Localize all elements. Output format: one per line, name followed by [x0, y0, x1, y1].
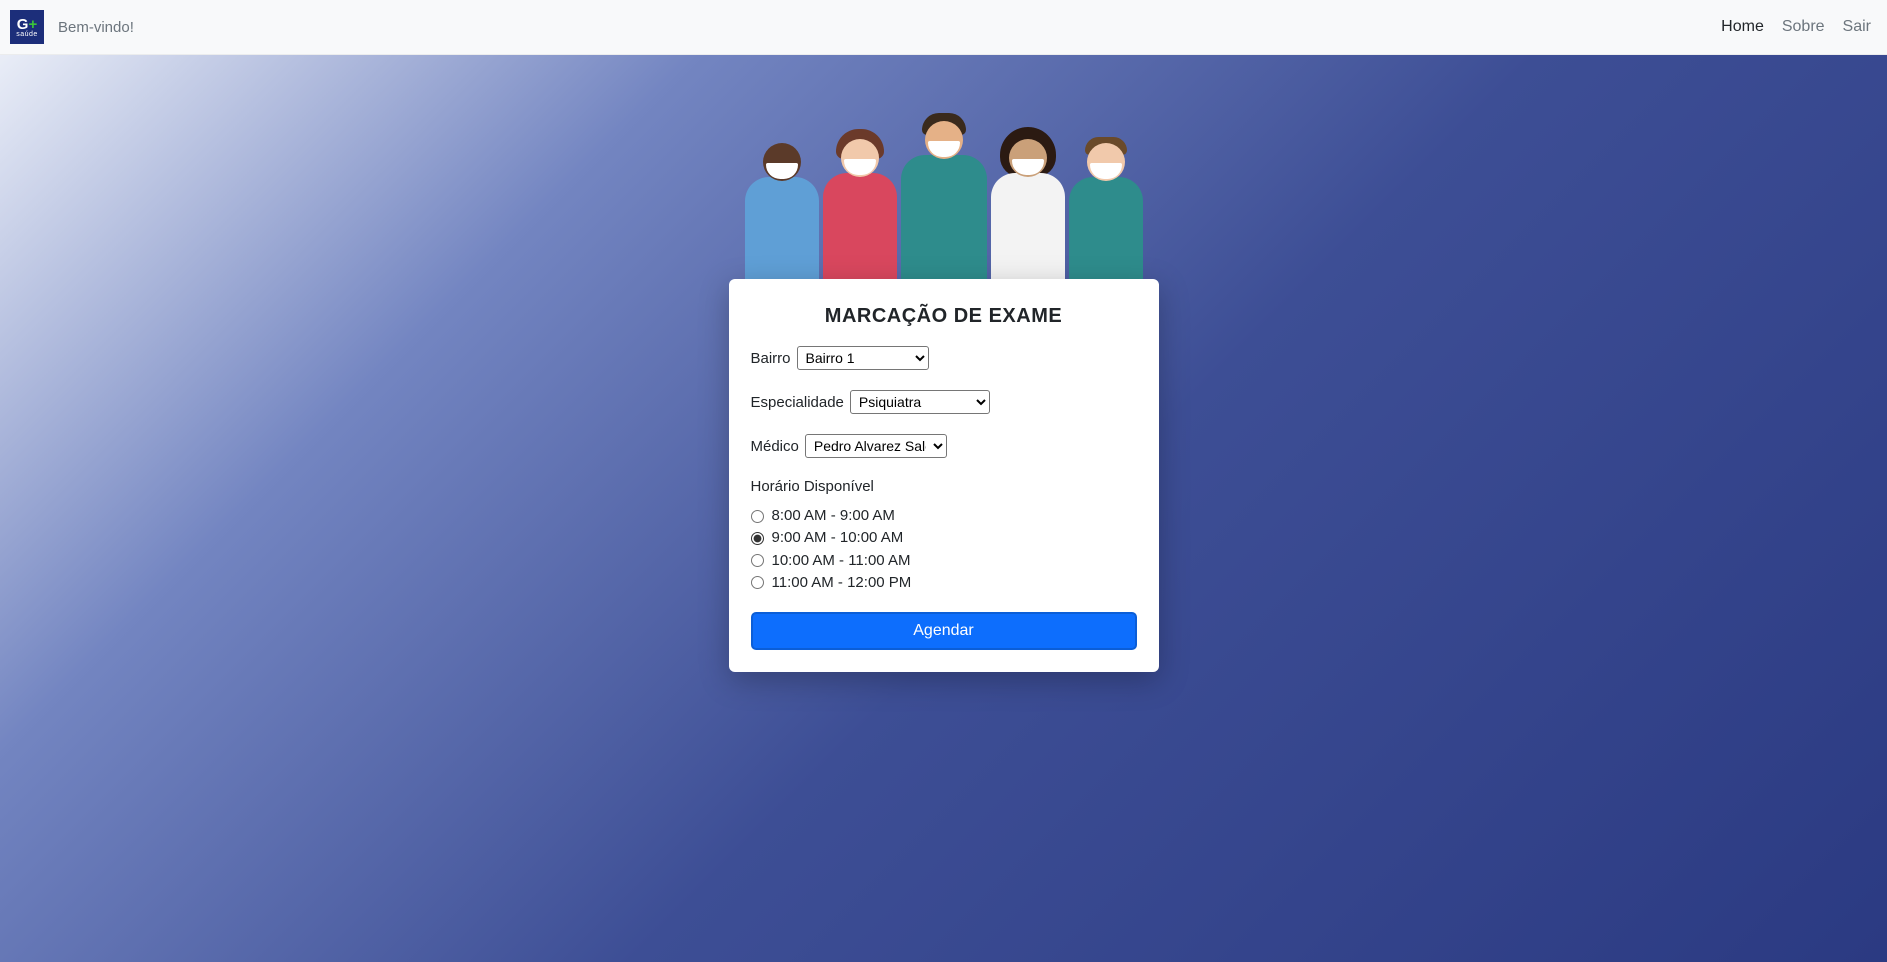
medico-label: Médico [751, 438, 799, 455]
medico-select[interactable]: Pedro Alvarez Sales [805, 434, 947, 458]
navbar-left: G+ saúde Bem-vindo! [10, 10, 134, 44]
navbar: G+ saúde Bem-vindo! Home Sobre Sair [0, 0, 1887, 55]
horario-option[interactable]: 8:00 AM - 9:00 AM [751, 505, 1137, 527]
horario-radio-3[interactable] [751, 576, 764, 589]
logo-plus: + [28, 17, 37, 32]
bairro-select[interactable]: Bairro 1 [797, 346, 929, 370]
bairro-label: Bairro [751, 350, 791, 367]
exam-scheduling-card: MARCAÇÃO DE EXAME Bairro Bairro 1 Especi… [729, 279, 1159, 672]
especialidade-label: Especialidade [751, 394, 844, 411]
horario-option[interactable]: 11:00 AM - 12:00 PM [751, 572, 1137, 594]
logo-icon[interactable]: G+ saúde [10, 10, 44, 44]
nav-link-home[interactable]: Home [1721, 18, 1764, 36]
horario-radio-2[interactable] [751, 554, 764, 567]
horario-option-label: 11:00 AM - 12:00 PM [772, 573, 912, 593]
navbar-right: Home Sobre Sair [1721, 18, 1871, 36]
horario-option[interactable]: 9:00 AM - 10:00 AM [751, 527, 1137, 549]
nav-link-sobre[interactable]: Sobre [1782, 18, 1825, 36]
horario-option[interactable]: 10:00 AM - 11:00 AM [751, 550, 1137, 572]
horario-radio-group: 8:00 AM - 9:00 AM 9:00 AM - 10:00 AM 10:… [751, 505, 1137, 594]
horario-option-label: 10:00 AM - 11:00 AM [772, 551, 911, 571]
horario-label: Horário Disponível [751, 478, 1137, 495]
horario-radio-1[interactable] [751, 532, 764, 545]
nav-link-sair[interactable]: Sair [1843, 18, 1871, 36]
horario-option-label: 8:00 AM - 9:00 AM [772, 506, 895, 526]
logo-subtext: saúde [16, 31, 38, 38]
agendar-button[interactable]: Agendar [751, 612, 1137, 650]
logo-letter: G [17, 17, 29, 32]
horario-radio-0[interactable] [751, 510, 764, 523]
card-title: MARCAÇÃO DE EXAME [751, 305, 1137, 328]
hero: MARCAÇÃO DE EXAME Bairro Bairro 1 Especi… [0, 55, 1887, 962]
medical-staff-illustration [734, 135, 1154, 285]
especialidade-select[interactable]: Psiquiatra [850, 390, 990, 414]
welcome-text: Bem-vindo! [58, 19, 134, 36]
horario-option-label: 9:00 AM - 10:00 AM [772, 528, 904, 548]
